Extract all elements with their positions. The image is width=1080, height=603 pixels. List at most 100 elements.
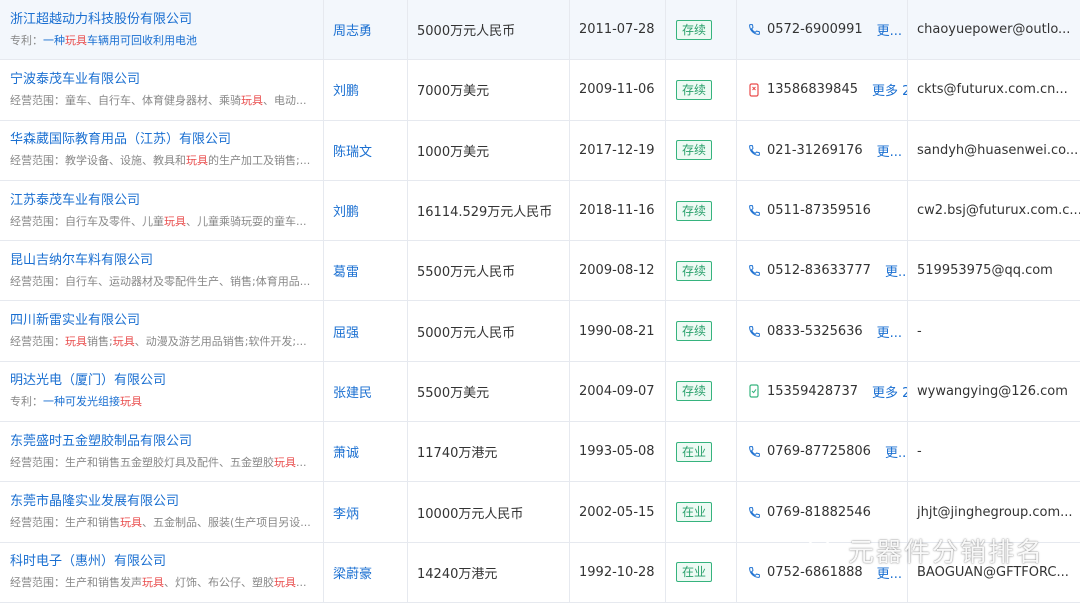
email-address: - xyxy=(917,444,922,460)
company-sub: 经营范围：童车、自行车、体育健身器材、乘骑玩具、电动... xyxy=(10,93,307,109)
table-row: 华森葳国际教育用品（江苏）有限公司经营范围：教学设备、设施、教具和玩具的生产加工… xyxy=(0,120,1080,181)
company-name-link[interactable]: 华森葳国际教育用品（江苏）有限公司 xyxy=(10,131,231,149)
company-sub-text[interactable]: 一种 xyxy=(43,34,65,47)
legal-person-cell: 张建民 xyxy=(324,361,408,422)
company-name-link[interactable]: 浙江超越动力科技股份有限公司 xyxy=(10,11,192,29)
registered-capital: 14240万港元 xyxy=(417,566,498,582)
status-cell: 在业 xyxy=(666,482,737,542)
legal-person-link[interactable]: 梁蔚豪 xyxy=(333,563,372,582)
established-date: 2009-11-06 xyxy=(579,82,655,98)
more-phones-link[interactable]: 更... xyxy=(877,20,902,39)
status-cell: 存续 xyxy=(666,361,737,422)
phone-number: 0572-6900991 xyxy=(767,22,863,38)
email-address: 519953975@qq.com xyxy=(917,263,1053,279)
phone-number: 021-31269176 xyxy=(767,142,863,158)
legal-person-link[interactable]: 李炳 xyxy=(333,503,359,522)
keyword-highlight: 玩具 xyxy=(112,335,135,349)
legal-person-link[interactable]: 张建民 xyxy=(333,382,372,401)
keyword-highlight: 玩具 xyxy=(142,576,164,590)
legal-person-cell: 陈瑞文 xyxy=(324,120,408,180)
phone-number: 13586839845 xyxy=(767,82,858,98)
keyword-highlight: 玩具 xyxy=(274,576,296,590)
registered-capital: 11740万港元 xyxy=(417,446,498,462)
date-cell: 2004-09-07 xyxy=(570,361,666,422)
established-date: 2002-05-15 xyxy=(579,504,655,520)
company-cell: 江苏泰茂车业有限公司 经营范围：自行车及零件、儿童玩具、儿童乘骑玩耍的童车... xyxy=(0,180,324,241)
legal-person-link[interactable]: 萧诚 xyxy=(333,442,359,461)
phone-cell: 0833-5325636 更... xyxy=(737,301,908,361)
company-sub-text: 、五金制品、服装(生产项目另设... xyxy=(142,516,311,530)
status-badge: 存续 xyxy=(676,200,713,221)
company-cell: 华森葳国际教育用品（江苏）有限公司经营范围：教学设备、设施、教具和玩具的生产加工… xyxy=(0,120,324,180)
status-cell: 在业 xyxy=(666,422,737,482)
company-name-link[interactable]: 明达光电（厦门）有限公司 xyxy=(10,372,166,390)
more-phones-link[interactable]: 更多 2 xyxy=(872,80,907,99)
legal-person-link[interactable]: 周志勇 xyxy=(333,20,372,39)
phone-number: 0769-81882546 xyxy=(767,504,871,520)
established-date: 2004-09-07 xyxy=(579,383,655,399)
keyword-highlight: 玩具 xyxy=(65,33,87,47)
capital-cell: 14240万港元 xyxy=(408,542,570,602)
legal-person-link[interactable]: 刘鹏 xyxy=(333,201,359,220)
legal-person-link[interactable]: 陈瑞文 xyxy=(333,141,372,160)
company-sub-label: 经营范围： xyxy=(10,455,65,469)
legal-person-link[interactable]: 刘鹏 xyxy=(333,80,359,99)
company-name-link[interactable]: 科时电子（惠州）有限公司 xyxy=(10,553,166,571)
more-phones-link[interactable]: 更多 2 xyxy=(872,382,907,401)
legal-person-cell: 萧诚 xyxy=(324,422,408,482)
company-cell: 科时电子（惠州）有限公司 经营范围：生产和销售发声玩具、灯饰、布公仔、塑胶玩具..… xyxy=(0,542,324,602)
phone-number: 0511-87359516 xyxy=(767,203,871,219)
mobile-green-icon xyxy=(747,384,761,399)
company-sub: 经营范围：玩具销售;玩具、动漫及游艺用品销售;软件开发;... xyxy=(10,334,307,350)
registered-capital: 5500万元人民币 xyxy=(417,265,516,281)
more-phones-link[interactable]: 更... xyxy=(885,261,907,280)
company-sub: 专利：一种可发光组接玩具 xyxy=(10,394,142,410)
status-cell: 存续 xyxy=(666,60,737,120)
date-cell: 2017-12-19 xyxy=(570,120,666,180)
company-name-link[interactable]: 江苏泰茂车业有限公司 xyxy=(10,192,140,210)
more-phones-link[interactable]: 更... xyxy=(877,141,902,160)
company-sub-text: 教学设备、设施、教具和 xyxy=(65,154,186,168)
registered-capital: 10000万元人民币 xyxy=(417,506,524,522)
capital-cell: 5000万元人民币 xyxy=(408,0,570,60)
company-sub-label: 专利： xyxy=(10,395,43,409)
status-cell: 存续 xyxy=(666,180,737,241)
company-sub: 经营范围：自行车、运动器材及零配件生产、销售;体育用品... xyxy=(10,274,310,290)
company-sub-text: 生产和销售发声 xyxy=(65,576,142,590)
established-date: 2018-11-16 xyxy=(579,203,655,219)
phone-number: 0833-5325636 xyxy=(767,323,863,339)
keyword-highlight: 玩具 xyxy=(120,395,142,409)
status-badge: 在业 xyxy=(676,441,713,462)
company-name-link[interactable]: 东莞市晶隆实业发展有限公司 xyxy=(10,493,179,511)
legal-person-cell: 周志勇 xyxy=(324,0,408,60)
mobile-icon xyxy=(747,83,761,97)
company-cell: 四川新雷实业有限公司经营范围：玩具销售;玩具、动漫及游艺用品销售;软件开发;..… xyxy=(0,301,324,361)
company-sub-text[interactable]: 一种可发光组接 xyxy=(43,395,120,408)
company-name-link[interactable]: 四川新雷实业有限公司 xyxy=(10,312,140,330)
company-sub-label: 专利： xyxy=(10,33,43,47)
legal-person-link[interactable]: 葛雷 xyxy=(333,261,359,280)
more-phones-link[interactable]: 更... xyxy=(885,442,907,461)
table-row: 东莞盛时五金塑胶制品有限公司 经营范围：生产和销售五金塑胶灯具及配件、五金塑胶玩具… xyxy=(0,422,1080,483)
legal-person-link[interactable]: 屈强 xyxy=(333,322,359,341)
company-sub-label: 经营范围： xyxy=(10,214,65,228)
status-badge: 存续 xyxy=(676,321,713,342)
established-date: 1990-08-21 xyxy=(579,323,655,339)
legal-person-cell: 刘鹏 xyxy=(324,180,408,241)
company-sub: 经营范围：教学设备、设施、教具和玩具的生产加工及销售;... xyxy=(10,153,310,169)
company-name-link[interactable]: 昆山吉纳尔车料有限公司 xyxy=(10,252,153,270)
more-phones-link[interactable]: 更... xyxy=(877,322,902,341)
keyword-highlight: 玩具 xyxy=(274,455,296,469)
status-badge: 存续 xyxy=(676,260,713,281)
legal-person-cell: 屈强 xyxy=(324,301,408,361)
wechat-icon xyxy=(807,537,838,563)
company-sub: 经营范围：生产和销售玩具、五金制品、服装(生产项目另设... xyxy=(10,515,311,531)
date-cell: 2018-11-16 xyxy=(570,180,666,241)
company-name-link[interactable]: 东莞盛时五金塑胶制品有限公司 xyxy=(10,433,192,451)
phone-number: 0769-87725806 xyxy=(767,444,871,460)
date-cell: 2002-05-15 xyxy=(570,482,666,542)
phone-icon xyxy=(747,505,761,519)
legal-person-cell: 刘鹏 xyxy=(324,60,408,120)
email-cell: 519953975@qq.com xyxy=(908,241,1080,300)
company-name-link[interactable]: 宁波泰茂车业有限公司 xyxy=(10,71,140,89)
